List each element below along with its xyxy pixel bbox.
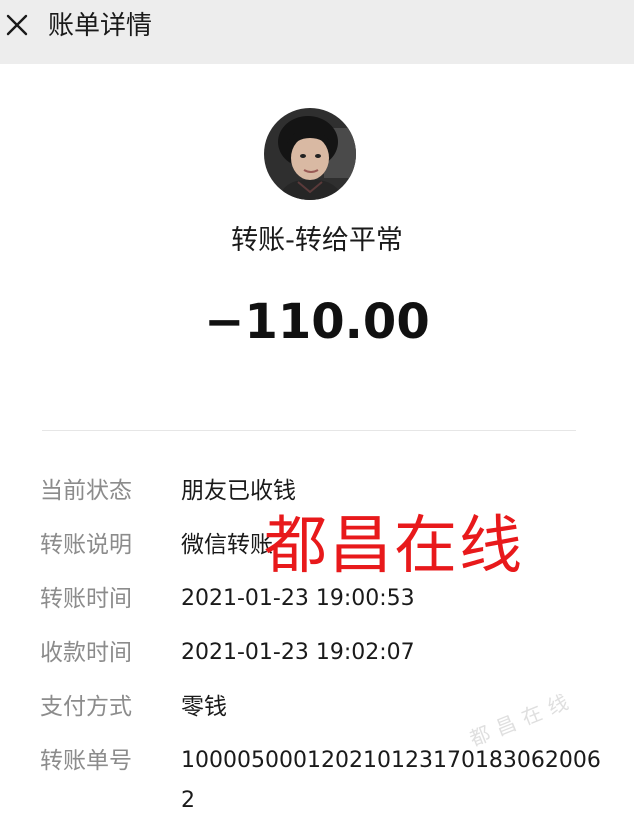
detail-label: 转账说明 [40, 532, 132, 558]
detail-value: 1000050001202101231701830620062 [181, 748, 601, 813]
close-icon [6, 14, 28, 36]
detail-value: 微信转账 [181, 532, 273, 558]
watermark-text: 都昌在线 [264, 509, 524, 582]
divider [42, 430, 576, 431]
detail-label: 支付方式 [40, 694, 132, 720]
top-bar: 账单详情 [0, 0, 634, 64]
payee-avatar[interactable] [264, 108, 356, 200]
transaction-title: 转账-转给平常 [231, 225, 403, 256]
detail-value: 2021-01-23 19:02:07 [181, 640, 415, 665]
detail-label: 当前状态 [40, 478, 132, 504]
detail-value: 零钱 [181, 694, 227, 720]
detail-label: 转账时间 [40, 586, 132, 612]
detail-value: 朋友已收钱 [181, 478, 296, 504]
detail-label: 转账单号 [40, 748, 132, 774]
detail-label: 收款时间 [40, 640, 132, 666]
transaction-amount: −110.00 [204, 294, 430, 350]
close-button[interactable] [0, 6, 36, 46]
detail-value: 2021-01-23 19:00:53 [181, 586, 415, 611]
page-title: 账单详情 [48, 11, 153, 41]
